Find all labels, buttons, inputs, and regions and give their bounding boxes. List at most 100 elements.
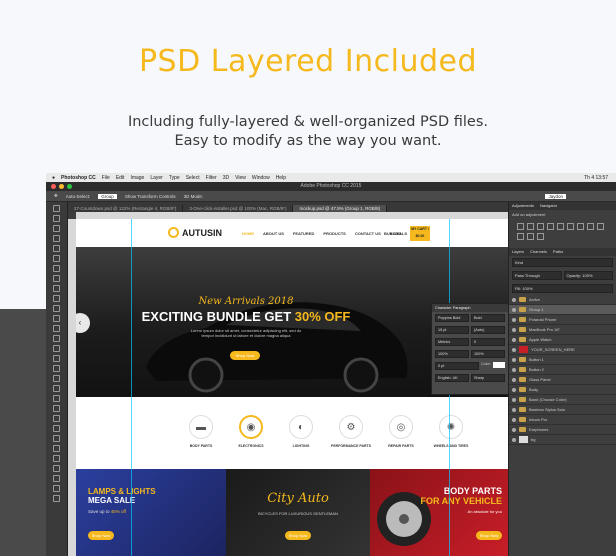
color-balance-icon[interactable] [577, 223, 584, 230]
eye-icon[interactable] [512, 367, 516, 372]
site-logo[interactable]: AUTUSIN [168, 227, 222, 238]
minimize-button[interactable] [59, 184, 64, 189]
eye-icon[interactable] [512, 307, 516, 312]
site-menu-item[interactable]: HOME [242, 231, 254, 236]
font-style-select[interactable]: Bold [471, 314, 505, 322]
tool-icon[interactable] [53, 335, 60, 342]
eye-icon[interactable] [512, 337, 516, 342]
document-tab[interactable]: 3-One-click-installer.psd @ 100% (Mac, R… [183, 205, 294, 212]
banner-lamps-button[interactable]: Shop Now [88, 531, 114, 540]
mac-menu-item[interactable]: View [235, 175, 246, 181]
mac-menu-item[interactable]: Help [276, 175, 286, 181]
layer-row[interactable]: Button 2 [509, 365, 616, 375]
workspace-select[interactable]: Jaydon [545, 193, 566, 199]
zoom-button[interactable] [67, 184, 72, 189]
auto-select-target[interactable]: Group [98, 193, 117, 199]
tool-icon[interactable] [53, 355, 60, 362]
mac-menu-item[interactable]: Photoshop CC [61, 175, 96, 181]
mac-menu-item[interactable]: Edit [116, 175, 125, 181]
tracking-field[interactable]: 0 [471, 338, 505, 346]
category-item[interactable]: ◐ LIGHTING [276, 415, 326, 448]
site-menu-item[interactable]: ABOUT US [263, 231, 284, 236]
tool-icon[interactable] [53, 305, 60, 312]
banner-lamps[interactable]: LAMPS & LIGHTS MEGA SALE Save up to 45% … [76, 469, 226, 556]
vertical-scale-field[interactable]: 100% [435, 350, 469, 358]
tool-icon[interactable] [53, 425, 60, 432]
exposure-icon[interactable] [547, 223, 554, 230]
tool-icon[interactable] [53, 345, 60, 352]
eye-icon[interactable] [512, 387, 516, 392]
tool-icon[interactable] [53, 435, 60, 442]
eye-icon[interactable] [512, 357, 516, 362]
mac-menu-item[interactable]: 3D [223, 175, 229, 181]
category-item[interactable]: ◎ REPAIR PARTS [376, 415, 426, 448]
layer-row[interactable]: YOUR_SCREEN_HERE [509, 345, 616, 355]
tool-icon[interactable] [53, 485, 60, 492]
panel-tab[interactable]: Paths [553, 248, 563, 256]
auto-select-checkbox[interactable]: Auto-Select: [66, 194, 91, 199]
layer-row[interactable]: Bamboo Stylus Solo [509, 405, 616, 415]
mac-menu-item[interactable]: File [102, 175, 110, 181]
layer-kind-filter[interactable]: Kind [512, 258, 613, 267]
mac-menu-item[interactable]: Filter [206, 175, 217, 181]
layer-row[interactable]: Polaroid Phone [509, 315, 616, 325]
language-select[interactable]: English: UK [435, 374, 469, 382]
tool-icon[interactable] [53, 235, 60, 242]
tool-icon[interactable] [53, 495, 60, 502]
layer-row[interactable]: MacBook Pro 16" [509, 325, 616, 335]
tool-icon[interactable] [53, 215, 60, 222]
mac-menu-item[interactable]: Select [186, 175, 200, 181]
posterize-icon[interactable] [537, 233, 544, 240]
document-tab[interactable]: 27-Countdown.psd @ 122% (Rectangle 4, RG… [68, 205, 184, 212]
tool-icon[interactable] [53, 365, 60, 372]
layer-row[interactable]: Body [509, 385, 616, 395]
site-menu-item[interactable]: FEATURED [293, 231, 314, 236]
mac-menu-item[interactable]: Image [130, 175, 144, 181]
fill-field[interactable]: Fill: 100% [512, 284, 613, 293]
layer-row[interactable]: Group 1 [509, 305, 616, 315]
tool-icon[interactable] [53, 475, 60, 482]
tool-icon[interactable] [53, 405, 60, 412]
category-item[interactable]: ✺ WHEELS AND TIRES [426, 415, 476, 448]
tool-icon[interactable] [53, 375, 60, 382]
curves-icon[interactable] [537, 223, 544, 230]
tool-icon[interactable] [53, 205, 60, 212]
tool-icon[interactable] [53, 225, 60, 232]
category-item[interactable]: ⚙ PERFORMANCE PARTS [326, 415, 376, 448]
eye-icon[interactable] [512, 347, 516, 352]
layer-row[interactable]: Intuos Pro [509, 415, 616, 425]
banner-body-button[interactable]: Shop Now [476, 531, 502, 540]
layer-row[interactable]: bg [509, 435, 616, 445]
hue-icon[interactable] [567, 223, 574, 230]
leading-field[interactable]: (Auto) [471, 326, 505, 334]
vibrance-icon[interactable] [557, 223, 564, 230]
mac-menu-item[interactable]: Type [169, 175, 180, 181]
layer-row[interactable]: Glass Panel [509, 375, 616, 385]
tool-icon[interactable] [53, 385, 60, 392]
tool-icon[interactable] [53, 295, 60, 302]
channel-mixer-icon[interactable] [517, 233, 524, 240]
category-item[interactable]: ▬ BODY PARTS [176, 415, 226, 448]
tool-icon[interactable] [53, 465, 60, 472]
photo-filter-icon[interactable] [597, 223, 604, 230]
opacity-field[interactable]: Opacity: 100% [563, 271, 613, 280]
document-tab[interactable]: mockup.psd @ 47.5% (Group 1, RGB/8) [293, 205, 388, 212]
bw-icon[interactable] [587, 223, 594, 230]
site-menu-item[interactable]: CONTACT US [355, 231, 381, 236]
tool-icon[interactable] [53, 275, 60, 282]
mac-menu-item[interactable]: Window [252, 175, 270, 181]
banner-city-button[interactable]: Shop Now [285, 531, 311, 540]
eye-icon[interactable] [512, 377, 516, 382]
tool-icon[interactable] [53, 265, 60, 272]
tool-icon[interactable] [53, 255, 60, 262]
move-tool-icon[interactable]: ✥ [54, 193, 58, 199]
layer-row[interactable]: Active [509, 295, 616, 305]
tool-icon[interactable] [53, 285, 60, 292]
tool-icon[interactable] [53, 445, 60, 452]
panel-tab[interactable]: Navigator [540, 202, 557, 210]
tool-icon[interactable] [53, 325, 60, 332]
eye-icon[interactable] [512, 437, 516, 442]
tool-icon[interactable] [53, 455, 60, 462]
panel-tab[interactable]: Layers [512, 248, 524, 256]
slider-prev-arrow-icon[interactable]: ‹ [76, 313, 90, 333]
